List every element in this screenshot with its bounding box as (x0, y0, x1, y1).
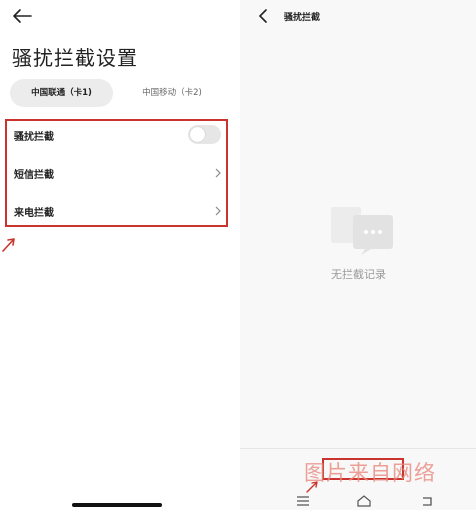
home-icon[interactable] (357, 495, 371, 507)
menu-icon[interactable] (296, 495, 310, 507)
annotation-arrow-icon (2, 238, 15, 252)
empty-state-text: 无拦截记录 (331, 268, 386, 281)
divider (240, 448, 476, 449)
right-screen (240, 0, 476, 510)
tab-sim2[interactable]: 中国移动（卡2) (124, 79, 220, 107)
back-nav-icon[interactable] (420, 495, 434, 507)
back-chevron-icon[interactable] (258, 9, 268, 23)
toggle-knob (190, 127, 205, 142)
setting-label-harass[interactable]: 骚扰拦截 (14, 128, 54, 143)
watermark-text: 图片来自网络 (304, 461, 436, 485)
home-indicator (72, 503, 162, 507)
left-screen: 骚扰拦截设置 中国联通（卡1) 中国移动（卡2) 骚扰拦截 短信拦截 来电拦截 (0, 0, 238, 510)
page-title: 骚扰拦截设置 (12, 46, 138, 70)
harass-block-toggle[interactable] (188, 125, 221, 144)
setting-label-sms[interactable]: 短信拦截 (14, 166, 54, 181)
setting-label-call[interactable]: 来电拦截 (14, 204, 54, 219)
right-page-title: 骚扰拦截 (284, 13, 321, 23)
chevron-right-icon[interactable] (214, 168, 222, 178)
annotation-arrow-icon (306, 481, 318, 493)
chevron-right-icon[interactable] (214, 206, 222, 216)
tab-sim1[interactable]: 中国联通（卡1) (10, 79, 113, 107)
empty-messages-icon (331, 207, 393, 255)
back-arrow-icon[interactable] (12, 8, 32, 24)
